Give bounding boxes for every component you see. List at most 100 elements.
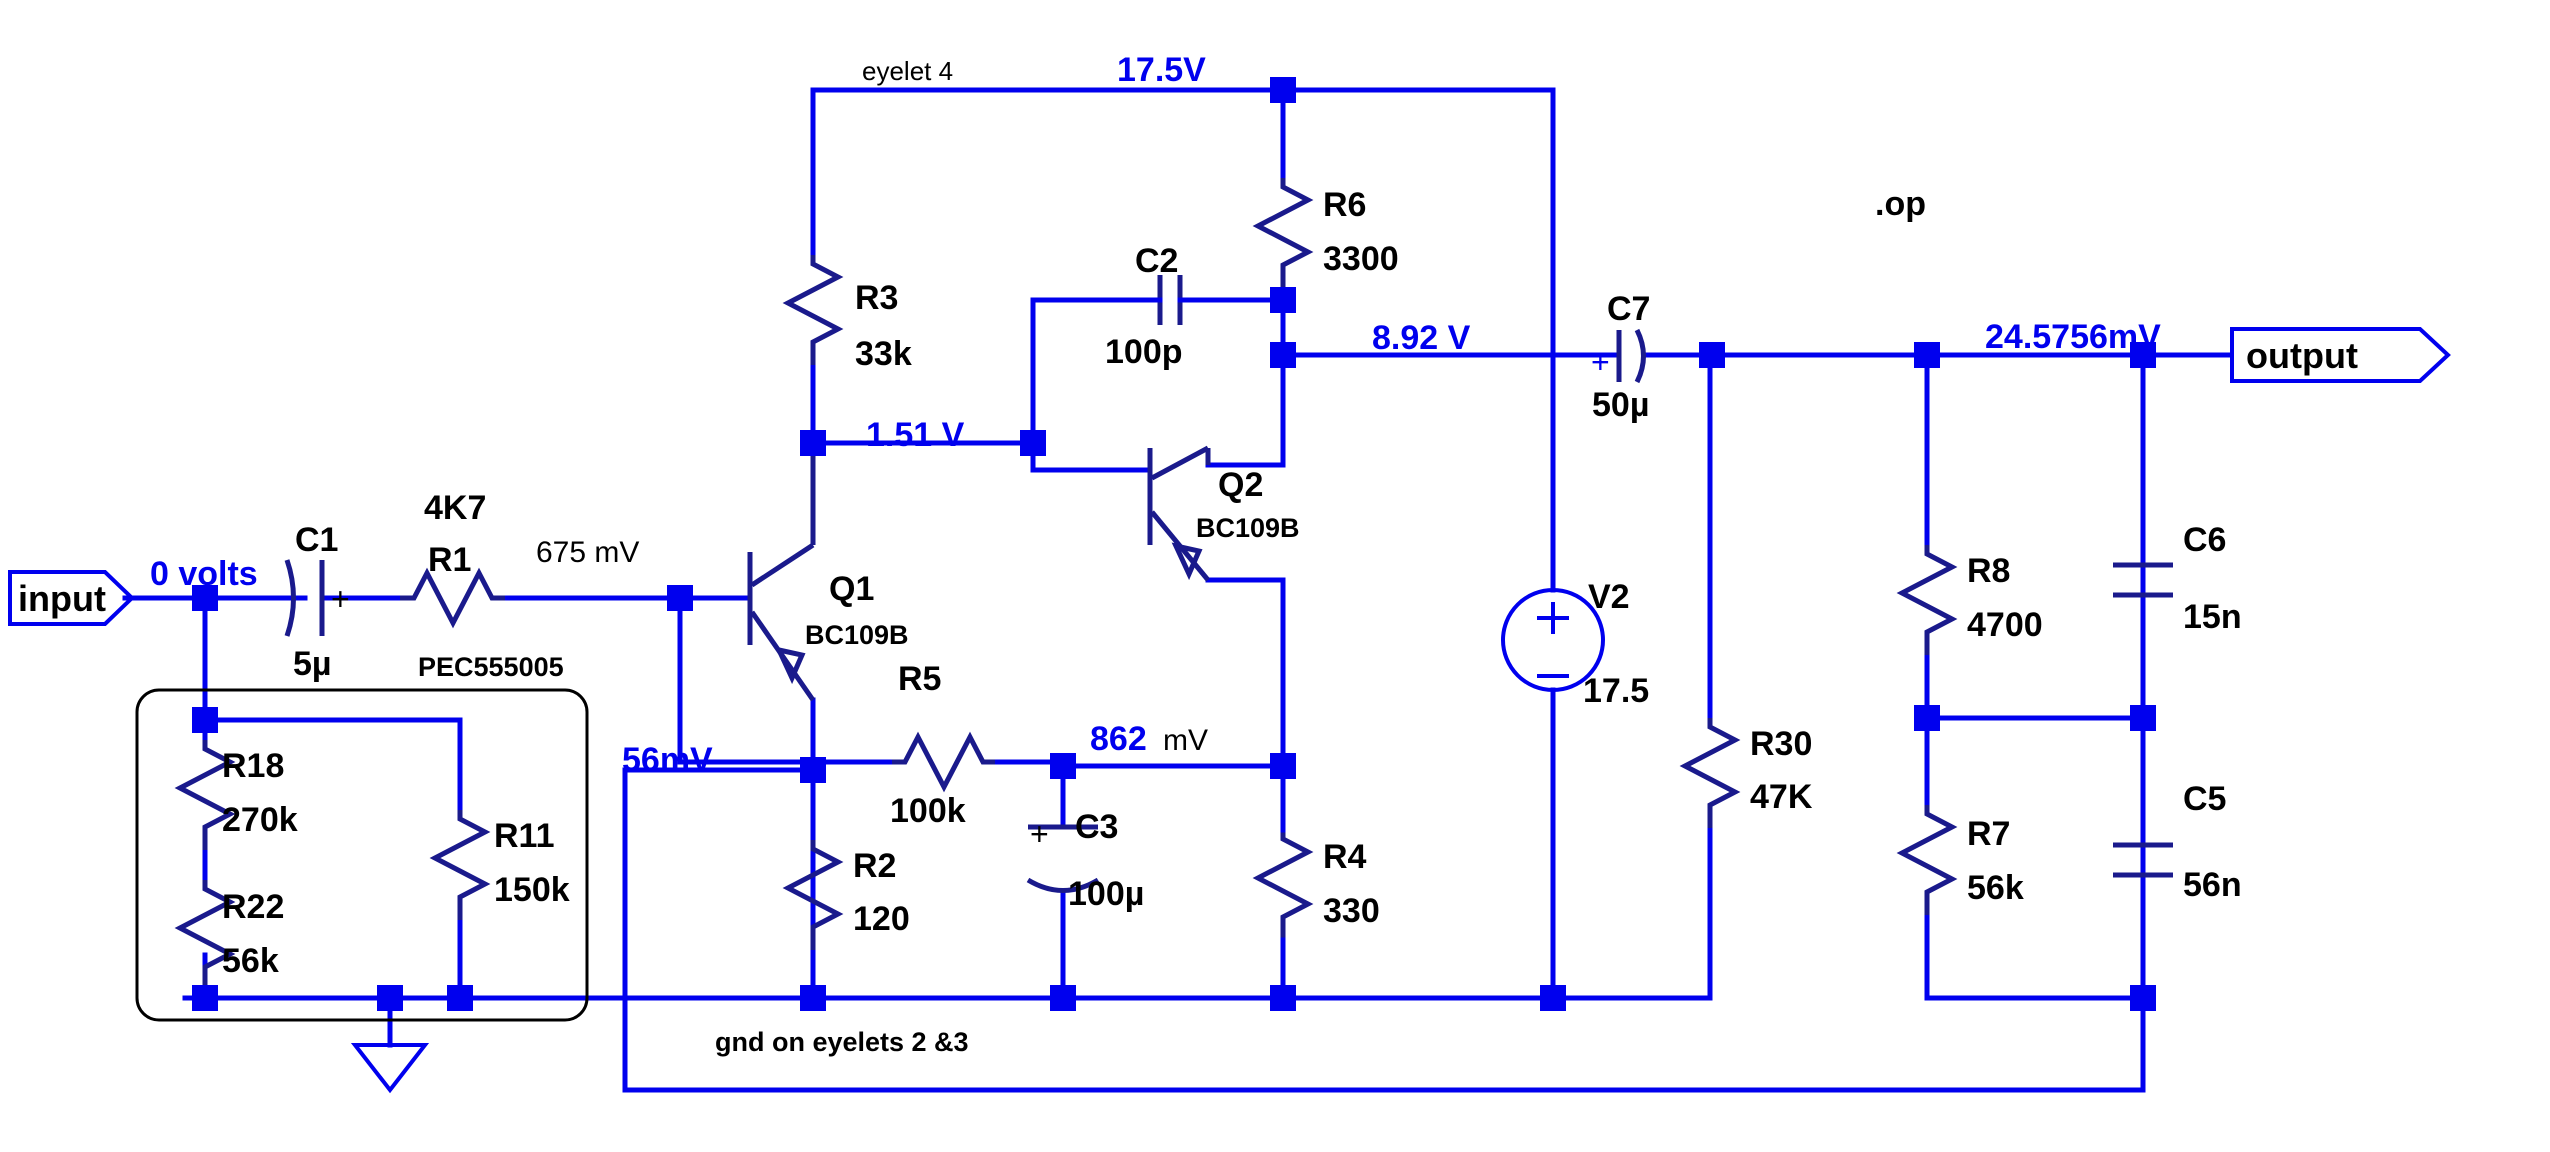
R22-ref: R22 [222,888,284,926]
port-output[interactable]: output [2230,327,2451,383]
node-q2-collector [1270,342,1296,368]
R18-ref: R18 [222,747,284,785]
voltage-c3-node-unit: mV [1163,724,1208,757]
R30-ref: R30 [1750,725,1812,763]
Q2-model: BC109B [1196,513,1300,543]
C3-ref: C3 [1075,808,1118,846]
gnd-note: gnd on eyelets 2 &3 [715,1027,969,1057]
component-C5[interactable]: C5 56n [2113,780,2242,904]
port-input[interactable]: input [8,570,135,626]
voltage-input-node: 0 volts [150,555,258,593]
voltage-q1-base: 675 mV [536,536,639,569]
node-c3-top [1050,753,1076,779]
R3-value: 33k [855,335,912,373]
C1-polarity-plus: + [331,581,350,617]
R6-value: 3300 [1323,240,1399,278]
C3-value: 100µ [1068,875,1144,913]
R22-value: 56k [222,942,279,980]
voltage-output-node: 24.5756mV [1985,318,2161,356]
Q1-ref: Q1 [829,570,874,608]
component-R6[interactable]: R6 3300 [1252,178,1399,288]
component-Q2[interactable]: Q2 BC109B [1147,445,1300,582]
node-r4-bottom [1270,985,1296,1011]
C7-polarity-plus: + [1591,344,1610,380]
node-r2-bottom [800,985,826,1011]
Q1-model: BC109B [805,620,909,650]
C2-value: 100p [1105,333,1183,371]
R8-ref: R8 [1967,552,2010,590]
R6-ref: R6 [1323,186,1366,224]
R1-ref: R1 [428,541,471,579]
port-input-label: input [18,578,106,619]
R1-value: 4K7 [424,489,486,527]
component-R1[interactable]: 4K7 R1 [400,489,505,629]
V2-ref: V2 [1588,578,1630,616]
ground-symbol [350,1043,430,1094]
node-r18-top [192,707,218,733]
node-supply-rail [1270,77,1296,103]
R11-value: 150k [494,871,570,909]
component-R22[interactable]: R22 56k [174,880,284,990]
component-V2[interactable]: V2 17.5 [1501,578,1649,710]
component-R2[interactable]: R2 120 [782,840,910,950]
C7-value: 50µ [1592,386,1649,424]
R2-value: 120 [853,900,910,938]
node-q1-base [667,585,693,611]
R4-ref: R4 [1323,838,1367,876]
C3-polarity-plus: + [1030,816,1049,852]
component-R30[interactable]: R30 47K [1679,718,1813,828]
node-r4-top [1270,753,1296,779]
node-r8-top [1914,342,1940,368]
component-C3[interactable]: C3 100µ + [1026,808,1144,913]
C5-ref: C5 [2183,780,2226,818]
component-R18[interactable]: R18 270k [174,740,298,850]
node-q2-base-drop [1020,430,1046,456]
R30-value: 47K [1750,778,1813,816]
node-r22-bottom [192,985,218,1011]
R5-ref: R5 [898,660,941,698]
voltage-supply-rail: 17.5V [1117,51,1206,89]
node-v2-bottom [1540,985,1566,1011]
component-R8[interactable]: R8 4700 [1896,545,2043,655]
C1-value: 5µ [293,645,332,683]
R11-ref: R11 [494,817,555,855]
voltage-q1-collector: 1.51 V [866,416,965,454]
C2-ref: C2 [1135,242,1178,280]
C1-ref: C1 [295,521,338,559]
R7-value: 56k [1967,869,2024,907]
node-c5-bottom [2130,985,2156,1011]
Q2-ref: Q2 [1218,466,1263,504]
C7-ref: C7 [1607,290,1650,328]
directive-op: .op [1875,185,1926,223]
R5-value: 100k [890,792,966,830]
node-c3-bottom [1050,985,1076,1011]
schematic-canvas: 4K7 R1 C1 5µ + Q1 BC109B Q2 BC109B R3 33… [0,0,2550,1152]
C6-value: 15n [2183,598,2242,636]
port-output-label: output [2246,335,2358,376]
component-R11[interactable]: R11 150k [429,810,570,920]
component-R5[interactable]: R5 100k [890,660,995,830]
voltage-q2-collector: 8.92 V [1372,319,1471,357]
C6-ref: C6 [2183,521,2226,559]
C5-value: 56n [2183,866,2242,904]
voltage-q1-emitter: 56mV [622,741,713,779]
node-r6-bottom [1270,287,1296,313]
component-C2[interactable]: C2 100p [1105,242,1224,371]
R18-value: 270k [222,801,298,839]
R8-value: 4700 [1967,606,2043,644]
component-R4[interactable]: R4 330 [1252,763,1380,1001]
component-R3[interactable]: R3 33k [782,255,912,373]
component-C7[interactable]: C7 50µ + [1591,290,1650,424]
component-Q1[interactable]: Q1 BC109B [747,443,909,702]
node-r30-top [1699,342,1725,368]
component-C6[interactable]: C6 15n [2113,521,2242,636]
pec-module-label: PEC555005 [418,652,564,682]
node-q1-collector [800,430,826,456]
R2-ref: R2 [853,847,896,885]
node-r8-r7-mid [1914,705,1940,731]
R4-value: 330 [1323,892,1380,930]
component-R7[interactable]: R7 56k [1896,805,2024,915]
V2-value: 17.5 [1583,672,1649,710]
component-C1[interactable]: C1 5µ + [284,521,350,683]
R3-ref: R3 [855,279,898,317]
